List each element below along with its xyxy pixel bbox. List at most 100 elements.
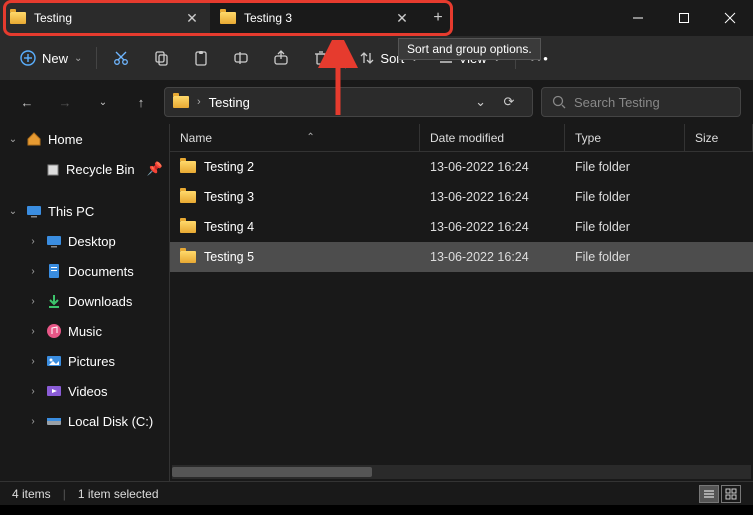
col-name[interactable]: Name⌃ (170, 124, 420, 151)
new-button[interactable]: New ⌄ (10, 42, 92, 74)
drive-icon (46, 413, 62, 429)
address-bar: ← → ⌄ ↑ › Testing ⌄ ⟳ Search Testing (0, 80, 753, 124)
delete-button[interactable] (301, 42, 341, 74)
chevron-right-icon[interactable]: › (26, 236, 40, 247)
col-type[interactable]: Type (565, 124, 685, 151)
tabs-area: Testing ✕ Testing 3 ✕ + (0, 0, 456, 36)
sidebar-item-home[interactable]: ⌄ Home (0, 124, 169, 154)
sidebar-item[interactable]: › Local Disk (C:) (0, 406, 169, 436)
cut-icon (113, 50, 129, 66)
folder-icon (180, 221, 196, 233)
sidebar-item-thispc[interactable]: ⌄This PC (0, 196, 169, 226)
chevron-down-icon: ⌄ (74, 53, 82, 64)
chevron-right-icon[interactable]: › (26, 296, 40, 307)
new-label: New (42, 51, 68, 66)
file-row[interactable]: Testing 213-06-2022 16:24File folder (170, 152, 753, 182)
thumbnails-view-button[interactable] (721, 485, 741, 503)
breadcrumb[interactable]: › Testing ⌄ ⟳ (164, 87, 533, 117)
copy-button[interactable] (141, 42, 181, 74)
drive-icon (46, 383, 62, 399)
chevron-down-icon[interactable]: ⌄ (475, 94, 486, 110)
paste-button[interactable] (181, 42, 221, 74)
horizontal-scrollbar[interactable] (172, 465, 751, 479)
chevron-down-icon[interactable]: ⌄ (6, 206, 20, 217)
chevron-right-icon[interactable]: › (26, 326, 40, 337)
sidebar-item[interactable]: ›Videos (0, 376, 169, 406)
chevron-down-icon[interactable]: ⌄ (6, 134, 20, 145)
search-input[interactable]: Search Testing (541, 87, 741, 117)
folder-icon (180, 161, 196, 173)
sidebar-item-label: Recycle Bin (66, 162, 135, 177)
folder-icon (10, 12, 26, 24)
navigation-pane[interactable]: ⌄ Home Recycle Bin📌 ⌄This PC › Desktop ›Doc… (0, 124, 170, 481)
close-icon[interactable]: ✕ (394, 10, 410, 27)
window-controls (615, 0, 753, 36)
rename-button[interactable] (221, 42, 261, 74)
refresh-button[interactable]: ⟳ (494, 94, 524, 110)
details-view-button[interactable] (699, 485, 719, 503)
tab-label: Testing (34, 11, 176, 25)
sidebar-item-label: Local Disk (C:) (68, 414, 153, 429)
file-type: File folder (565, 220, 685, 234)
home-icon (26, 131, 42, 147)
drive-icon (46, 263, 62, 279)
column-headers: Name⌃ Date modified Type Size (170, 124, 753, 152)
folder-icon (173, 96, 189, 108)
sort-icon (360, 51, 374, 65)
sort-asc-icon: ⌃ (306, 132, 314, 143)
col-size[interactable]: Size (685, 124, 753, 151)
sidebar-item-recycle[interactable]: Recycle Bin📌 (0, 154, 169, 184)
drive-icon (46, 353, 62, 369)
file-type: File folder (565, 250, 685, 264)
recycle-bin-icon (46, 162, 60, 176)
sidebar-item-label: Desktop (68, 234, 116, 249)
status-selected: 1 item selected (78, 487, 159, 501)
search-icon (552, 95, 566, 109)
sidebar-item-label: Downloads (68, 294, 132, 309)
minimize-button[interactable] (615, 0, 661, 36)
search-placeholder: Search Testing (574, 95, 660, 110)
cut-button[interactable] (101, 42, 141, 74)
tab-label: Testing 3 (244, 11, 386, 25)
chevron-right-icon[interactable]: › (26, 416, 40, 427)
file-row[interactable]: Testing 413-06-2022 16:24File folder (170, 212, 753, 242)
up-button[interactable]: ↑ (126, 87, 156, 117)
sidebar-item[interactable]: ›Pictures (0, 346, 169, 376)
plus-circle-icon (20, 50, 36, 66)
file-row[interactable]: Testing 313-06-2022 16:24File folder (170, 182, 753, 212)
sidebar-item[interactable]: › Music (0, 316, 169, 346)
titlebar: Testing ✕ Testing 3 ✕ + (0, 0, 753, 36)
col-date[interactable]: Date modified (420, 124, 565, 151)
new-tab-button[interactable]: + (420, 0, 456, 36)
forward-button[interactable]: → (50, 87, 80, 117)
sidebar-item-label: Music (68, 324, 102, 339)
recent-dropdown[interactable]: ⌄ (88, 87, 118, 117)
sidebar-item-label: Home (48, 132, 83, 147)
sidebar-item[interactable]: ›Documents (0, 256, 169, 286)
status-count: 4 items (12, 487, 51, 501)
scrollbar-thumb[interactable] (172, 467, 372, 477)
close-button[interactable] (707, 0, 753, 36)
chevron-right-icon: › (197, 96, 201, 108)
tab-testing3[interactable]: Testing 3 ✕ (210, 0, 420, 36)
chevron-right-icon[interactable]: › (26, 356, 40, 367)
copy-icon (153, 50, 169, 66)
close-icon[interactable]: ✕ (184, 10, 200, 27)
separator: | (63, 487, 66, 501)
content-area: Name⌃ Date modified Type Size Testing 21… (170, 124, 753, 481)
chevron-right-icon[interactable]: › (26, 266, 40, 277)
sidebar-item[interactable]: › Desktop (0, 226, 169, 256)
back-button[interactable]: ← (12, 87, 42, 117)
file-name: Testing 5 (204, 250, 254, 264)
share-icon (273, 50, 289, 66)
folder-icon (180, 191, 196, 203)
tab-testing[interactable]: Testing ✕ (0, 0, 210, 36)
main-area: ⌄ Home Recycle Bin📌 ⌄This PC › Desktop ›Doc… (0, 124, 753, 481)
toolbar: New ⌄ Sort ⌄ View ⌄ ••• (0, 36, 753, 80)
file-row[interactable]: Testing 513-06-2022 16:24File folder (170, 242, 753, 272)
share-button[interactable] (261, 42, 301, 74)
chevron-right-icon[interactable]: › (26, 386, 40, 397)
maximize-button[interactable] (661, 0, 707, 36)
sidebar-item[interactable]: › Downloads (0, 286, 169, 316)
file-date: 13-06-2022 16:24 (420, 160, 565, 174)
